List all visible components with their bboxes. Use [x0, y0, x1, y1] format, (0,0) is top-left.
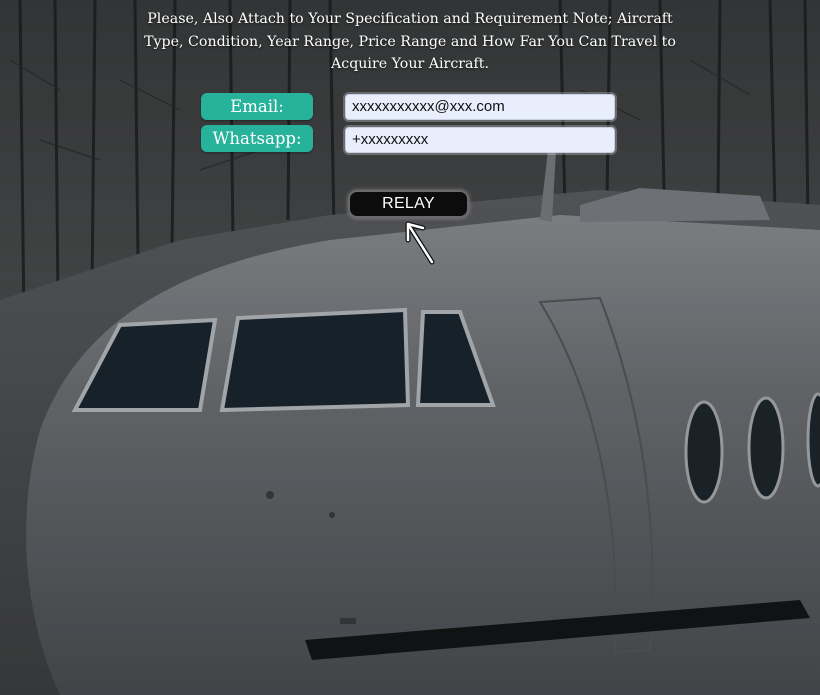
specification-note: Please, Also Attach to Your Specificatio… — [144, 11, 676, 72]
arrow-cursor-icon — [405, 221, 435, 265]
email-label: Email: — [201, 93, 313, 120]
relay-button[interactable]: RELAY — [348, 190, 469, 218]
contact-form-area: Please, Also Attach to Your Specificatio… — [0, 0, 820, 695]
email-field[interactable]: xxxxxxxxxxx@xxx.com — [345, 94, 615, 120]
whatsapp-label: Whatsapp: — [201, 125, 313, 152]
whatsapp-field[interactable]: +xxxxxxxxx — [345, 127, 615, 153]
